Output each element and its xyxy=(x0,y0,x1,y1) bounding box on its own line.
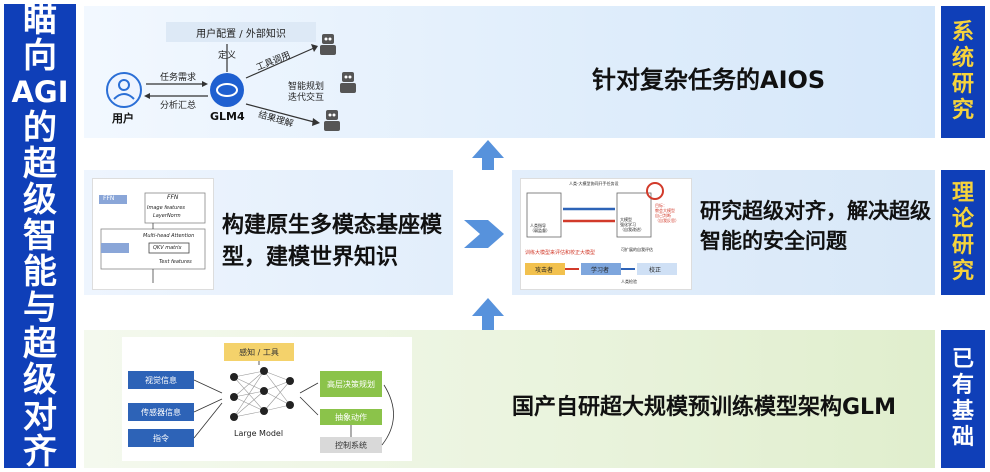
human-check-label: 人类检验 xyxy=(621,279,637,284)
transformer-architecture-diagram: FFN FFN Image features LayerNorm Multi-h… xyxy=(92,178,214,290)
banner-char: 级 xyxy=(23,180,57,220)
embodied-model-diagram: 视觉信息 传感器信息 指令 感知 / 工具 Large Model 高层决策规划… xyxy=(122,337,412,461)
banner-char: 超 xyxy=(23,144,57,184)
tag-theory-research: 理 论 研 究 xyxy=(941,170,985,295)
tag-char: 理 xyxy=(951,180,974,206)
ffn-label: FFN xyxy=(167,194,179,201)
tool-box: 感知 / 工具 xyxy=(239,347,279,357)
banner-char: 对 xyxy=(23,396,57,436)
control-box: 控制系统 xyxy=(335,440,367,450)
tag-char: 论 xyxy=(951,206,974,232)
user-label: 用户 xyxy=(112,112,134,125)
glm-logo-icon xyxy=(210,73,244,107)
banner-char: 智 xyxy=(23,216,57,256)
tag-existing-foundation: 已 有 基 础 xyxy=(941,330,985,468)
text-features-label: Text features xyxy=(159,259,192,265)
tag-system-research: 系 统 研 究 xyxy=(941,6,985,138)
banner-char: 与 xyxy=(23,288,57,328)
robot-icon xyxy=(324,110,340,131)
tag-char: 研 xyxy=(951,72,974,97)
mha-label: Multi-head Attention xyxy=(143,233,195,239)
align-bottom-caption: 训练大模型来评估和校正大模型 xyxy=(525,250,596,256)
glm-architecture-text: 国产自研超大规模预训练模型架构GLM xyxy=(512,395,896,420)
banner-char: 能 xyxy=(23,252,57,292)
robot-icon xyxy=(320,34,336,55)
agi-goal-banner: 瞄 向 AGI 的 超 级 智 能 与 超 级 对 齐 xyxy=(4,0,76,472)
banner-char: 的 xyxy=(23,108,57,148)
tag-char: 究 xyxy=(951,258,974,284)
banner-char: 向 xyxy=(23,36,57,76)
tag-char: 统 xyxy=(951,46,974,71)
planning-box: 高层决策规划 xyxy=(327,379,375,389)
right-arrow-icon xyxy=(464,220,504,248)
layernorm-label: LayerNorm xyxy=(153,213,181,219)
command-input-box: 指令 xyxy=(153,433,169,443)
learner-label: 学习者 xyxy=(591,267,610,274)
scalable-eval-note: 可扩展的自我评估 xyxy=(621,247,653,252)
analysis-label: 分析汇总 xyxy=(160,101,197,111)
multimodal-model-text: 构建原生多模态基座模型，建模世界知识 xyxy=(222,213,443,270)
tag-char: 究 xyxy=(951,98,974,123)
aios-title: 针对复杂任务的AIOS xyxy=(592,66,826,94)
super-alignment-diagram: 人类-大模型协同开手任务设 人类指导 （弱监督） 大模型 强化学习 （自我改进）… xyxy=(520,178,692,290)
ai-model-label: 大模型 强化学习 （自我改进） xyxy=(620,217,644,232)
banner-char: AGI xyxy=(11,75,69,109)
tag-char: 已 xyxy=(951,347,974,372)
up-arrow-icon xyxy=(472,298,504,330)
ffn-image-label: FFN xyxy=(103,195,115,202)
glm4-label: GLM4 xyxy=(210,110,245,123)
banner-char: 超 xyxy=(23,324,57,364)
banner-char: 齐 xyxy=(23,432,57,472)
planning-label: 智能规划 迭代交互 xyxy=(288,82,325,103)
up-arrow-icon xyxy=(472,140,504,170)
tag-char: 系 xyxy=(951,20,974,45)
robot-icon xyxy=(340,72,356,93)
tag-char: 基 xyxy=(951,399,974,424)
define-label: 定义 xyxy=(218,51,237,61)
corrector-label: 校正 xyxy=(649,267,662,274)
goal-label: 目标： 教会大模型 自己判断 （自我反思） xyxy=(655,203,679,223)
action-box: 抽象动作 xyxy=(335,412,367,422)
task-need-label: 任务需求 xyxy=(160,73,197,83)
qkv-label: QKV matrix xyxy=(153,245,182,251)
tag-char: 础 xyxy=(951,425,974,450)
banner-char: 瞄 xyxy=(23,0,57,40)
tag-char: 研 xyxy=(951,232,974,258)
tag-char: 有 xyxy=(951,373,974,398)
image-features-label: Image features xyxy=(147,205,186,211)
vision-input-box: 视觉信息 xyxy=(145,375,177,385)
super-alignment-text: 研究超级对齐，解决超级智能的安全问题 xyxy=(700,199,931,253)
sensor-input-box: 传感器信息 xyxy=(141,407,181,417)
banner-char: 级 xyxy=(23,360,57,400)
human-guidance-label: 人类指导 （弱监督） xyxy=(530,223,550,233)
large-model-label: Large Model xyxy=(234,429,284,438)
attacker-label: 攻击者 xyxy=(535,267,554,274)
align-top-caption: 人类-大模型协同开手任务设 xyxy=(569,181,619,186)
